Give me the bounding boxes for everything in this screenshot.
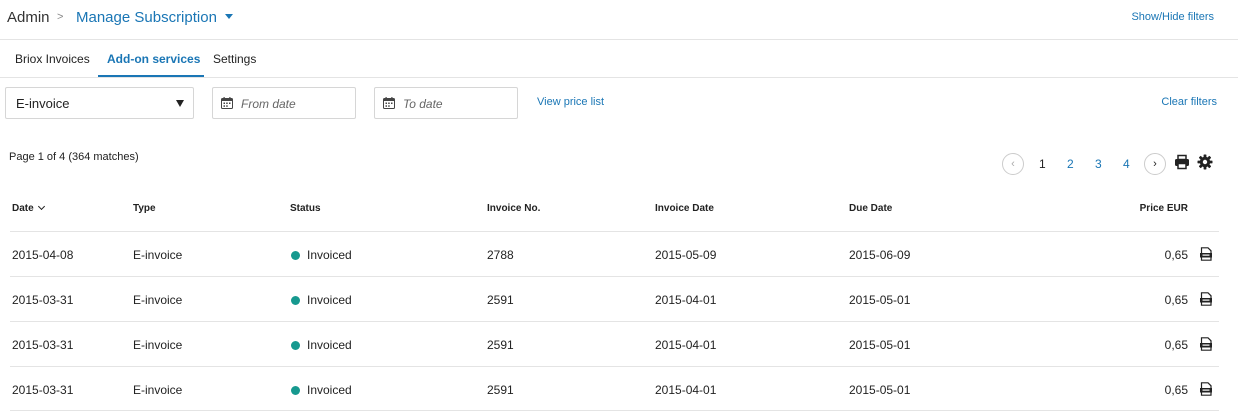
column-header-price[interactable]: Price EUR (1100, 203, 1188, 214)
prev-page-button[interactable]: ‹ (1002, 153, 1024, 175)
pdf-icon[interactable] (1200, 337, 1212, 351)
column-header-invoice-no[interactable]: Invoice No. (487, 203, 540, 214)
cell-due-date: 2015-06-09 (849, 248, 911, 262)
page-3-link[interactable]: 3 (1095, 157, 1102, 171)
cell-type: E-invoice (133, 248, 183, 262)
cell-status-label: Invoiced (307, 383, 352, 397)
column-header-date[interactable]: Date (12, 202, 45, 214)
page-1-link[interactable]: 1 (1039, 157, 1046, 171)
cell-due-date: 2015-05-01 (849, 293, 911, 307)
cell-price: 0,65 (1164, 383, 1188, 397)
status-dot-icon (291, 341, 300, 350)
print-icon[interactable] (1174, 154, 1190, 170)
cell-invoice-no: 2591 (487, 338, 514, 352)
type-select-value: E-invoice (16, 96, 70, 111)
status-dot-icon (291, 296, 300, 305)
breadcrumb-separator: > (57, 11, 64, 23)
cell-invoice-date: 2015-04-01 (655, 293, 717, 307)
cell-invoice-date: 2015-04-01 (655, 383, 717, 397)
sort-chevron-icon (37, 202, 45, 211)
cell-price: 0,65 (1164, 293, 1188, 307)
cell-invoice-no: 2591 (487, 383, 514, 397)
column-header-type[interactable]: Type (133, 203, 156, 214)
type-select[interactable]: E-invoice (5, 87, 194, 119)
cell-status: Invoiced (291, 338, 352, 352)
cell-date: 2015-04-08 (12, 248, 74, 262)
table-row[interactable]: 2015-03-31 E-invoice Invoiced 2591 2015-… (10, 366, 1219, 411)
cell-invoice-no: 2591 (487, 293, 514, 307)
cell-invoice-no: 2788 (487, 248, 514, 262)
chevron-down-icon (224, 14, 233, 19)
show-hide-filters-link[interactable]: Show/Hide filters (1131, 11, 1214, 23)
cell-status: Invoiced (291, 293, 352, 307)
column-header-due-date[interactable]: Due Date (849, 203, 892, 214)
cell-type: E-invoice (133, 338, 183, 352)
pdf-icon[interactable] (1200, 292, 1212, 306)
tab-settings[interactable]: Settings (213, 52, 256, 66)
cell-status: Invoiced (291, 383, 352, 397)
table-row[interactable]: 2015-03-31 E-invoice Invoiced 2591 2015-… (10, 321, 1219, 366)
top-bar: Admin > Manage Subscription Show/Hide fi… (0, 0, 1238, 40)
breadcrumb-current-label: Manage Subscription (76, 9, 217, 26)
calendar-icon (383, 97, 395, 109)
breadcrumb-root[interactable]: Admin (7, 9, 50, 26)
clear-filters-link[interactable]: Clear filters (1161, 96, 1217, 108)
tab-briox-invoices[interactable]: Briox Invoices (15, 52, 90, 66)
cell-price: 0,65 (1164, 338, 1188, 352)
from-date-field[interactable]: From date (212, 87, 356, 119)
page-4-link[interactable]: 4 (1123, 157, 1130, 171)
cell-invoice-date: 2015-05-09 (655, 248, 717, 262)
active-tab-indicator (98, 75, 204, 77)
cell-status-label: Invoiced (307, 338, 352, 352)
cell-type: E-invoice (133, 383, 183, 397)
table-row[interactable]: 2015-03-31 E-invoice Invoiced 2591 2015-… (10, 276, 1219, 321)
cell-date: 2015-03-31 (12, 293, 74, 307)
cell-due-date: 2015-05-01 (849, 383, 911, 397)
cell-price: 0,65 (1164, 248, 1188, 262)
cell-date: 2015-03-31 (12, 338, 74, 352)
cell-status-label: Invoiced (307, 248, 352, 262)
status-dot-icon (291, 251, 300, 260)
cell-status: Invoiced (291, 248, 352, 262)
cell-invoice-date: 2015-04-01 (655, 338, 717, 352)
pdf-icon[interactable] (1200, 382, 1212, 396)
cell-date: 2015-03-31 (12, 383, 74, 397)
tab-bar: Briox Invoices Add-on services Settings (0, 41, 1238, 78)
status-dot-icon (291, 386, 300, 395)
next-page-button[interactable]: › (1144, 153, 1166, 175)
breadcrumb-current-dropdown[interactable]: Manage Subscription (76, 9, 233, 26)
from-date-placeholder: From date (241, 97, 296, 111)
to-date-field[interactable]: To date (374, 87, 518, 119)
cell-status-label: Invoiced (307, 293, 352, 307)
page-summary: Page 1 of 4 (364 matches) (9, 151, 139, 163)
to-date-placeholder: To date (403, 97, 443, 111)
column-header-date-label: Date (12, 203, 34, 214)
column-header-status[interactable]: Status (290, 203, 321, 214)
cell-due-date: 2015-05-01 (849, 338, 911, 352)
gear-icon[interactable] (1197, 154, 1213, 170)
column-header-invoice-date[interactable]: Invoice Date (655, 203, 714, 214)
view-price-list-link[interactable]: View price list (537, 96, 604, 108)
calendar-icon (221, 97, 233, 109)
dropdown-arrow-icon (176, 100, 184, 107)
tab-add-on-services[interactable]: Add-on services (107, 52, 200, 66)
cell-type: E-invoice (133, 293, 183, 307)
page-2-link[interactable]: 2 (1067, 157, 1074, 171)
table-row[interactable]: 2015-04-08 E-invoice Invoiced 2788 2015-… (10, 231, 1219, 276)
pdf-icon[interactable] (1200, 247, 1212, 261)
